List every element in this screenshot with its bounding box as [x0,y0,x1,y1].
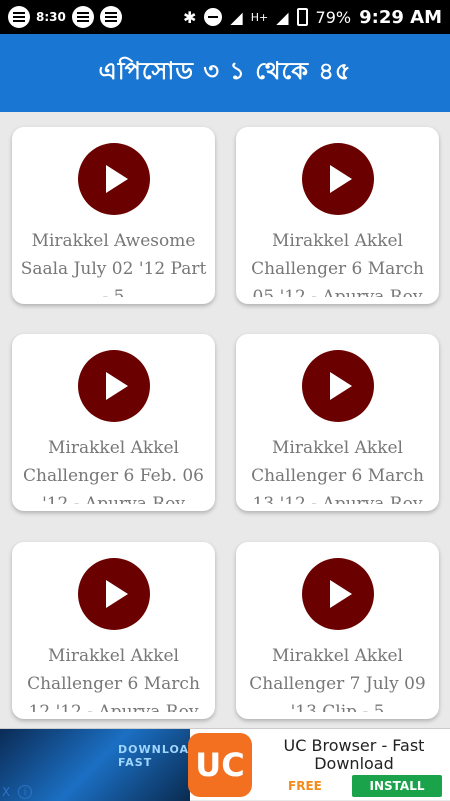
episode-card[interactable]: Mirakkel Akkel Challenger 6 March 12 '12… [12,542,215,719]
episode-title: Mirakkel Akkel Challenger 6 Feb. 06 '12 … [23,438,204,504]
status-bar: 8:30 ✱ ◢ H+ ◢ 79% 9:29 AM [0,0,450,34]
ad-close-icon[interactable]: X [2,785,10,799]
play-icon[interactable] [302,143,374,215]
message-icon-2 [99,6,122,28]
episode-card[interactable]: Mirakkel Akkel Challenger 6 Feb. 06 '12 … [12,334,215,511]
ad-image[interactable]: DOWNLOAD FAST X i [0,729,198,801]
episode-title: Mirakkel Akkel Challenger 6 March 05 '12… [251,231,424,297]
ad-title[interactable]: UC Browser - Fast Download [264,737,444,773]
battery-percent: 79% [315,7,352,27]
play-icon[interactable] [78,558,150,630]
ad-info-icon[interactable]: i [18,785,32,799]
play-icon[interactable] [78,350,150,422]
ad-image-text: DOWNLOAD FAST [118,743,200,769]
message-icon [71,6,94,28]
page-title: এপিসোড ৩ ১ থেকে ৪৫ [98,57,352,85]
episode-title: Mirakkel Awesome Saala July 02 '12 Part … [20,231,207,297]
ad-banner[interactable]: DOWNLOAD FAST X i UC UC Browser - Fast D… [0,728,450,801]
notification-icons: 8:30 [8,6,122,28]
dnd-icon [204,8,223,26]
clock: 9:29 AM [359,6,442,28]
app-bar: এপিসোড ৩ ১ থেকে ৪৫ [0,34,450,112]
bluetooth-icon: ✱ [183,7,197,27]
episode-title: Mirakkel Akkel Challenger 7 July 09 '13 … [249,646,426,712]
episode-grid: Mirakkel Awesome Saala July 02 '12 Part … [0,112,450,728]
chat-icon [8,6,30,28]
play-icon[interactable] [302,558,374,630]
install-button[interactable]: INSTALL [352,775,442,797]
episode-title: Mirakkel Akkel Challenger 6 March 13 '12… [251,438,424,504]
episode-card[interactable]: Mirakkel Akkel Challenger 6 March 13 '12… [236,334,439,511]
signal-icon: ◢ [230,7,243,27]
episode-card[interactable]: Mirakkel Awesome Saala July 02 '12 Part … [12,127,215,304]
episode-card[interactable]: Mirakkel Akkel Challenger 6 March 05 '12… [236,127,439,304]
battery-icon [296,8,308,26]
network-type: H+ [250,10,269,24]
signal-icon-2: ◢ [276,7,289,27]
system-icons: ✱ ◢ H+ ◢ 79% 9:29 AM [183,7,442,28]
uc-browser-logo[interactable]: UC [188,733,252,797]
play-icon[interactable] [78,143,150,215]
ad-price-label: FREE [288,779,322,793]
play-icon[interactable] [302,350,374,422]
episode-card[interactable]: Mirakkel Akkel Challenger 7 July 09 '13 … [236,542,439,719]
episode-title: Mirakkel Akkel Challenger 6 March 12 '12… [27,646,200,712]
mini-time: 8:30 [36,10,66,24]
